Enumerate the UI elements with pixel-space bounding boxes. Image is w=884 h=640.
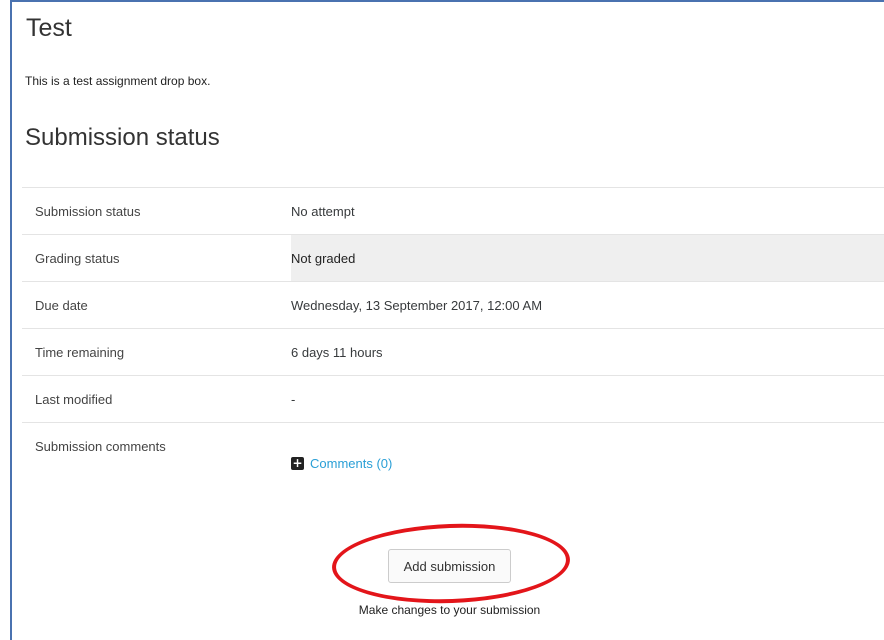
row-label: Time remaining: [22, 328, 291, 376]
add-submission-help-text: Make changes to your submission: [358, 603, 541, 617]
table-row: Grading status Not graded: [22, 234, 884, 282]
due-date-value: Wednesday, 13 September 2017, 12:00 AM: [291, 281, 884, 329]
row-value: No attempt: [291, 187, 884, 235]
comments-cell: + Comments (0): [291, 422, 884, 498]
row-label: Submission comments: [22, 422, 291, 498]
submission-status-table: Submission status No attempt Grading sta…: [22, 187, 884, 498]
plus-square-icon[interactable]: +: [291, 457, 304, 470]
table-row: Last modified -: [22, 375, 884, 423]
row-label: Submission status: [22, 187, 291, 235]
grading-status-value: Not graded: [291, 234, 884, 282]
table-row: Time remaining 6 days 11 hours: [22, 328, 884, 376]
table-row: Submission comments + Comments (0): [22, 422, 884, 498]
row-label: Due date: [22, 281, 291, 329]
last-modified-value: -: [291, 375, 884, 423]
row-label: Last modified: [22, 375, 291, 423]
submission-status-heading: Submission status: [25, 124, 220, 151]
add-submission-button[interactable]: Add submission: [388, 549, 511, 583]
comments-link-label[interactable]: Comments (0): [310, 456, 392, 471]
comments-link[interactable]: + Comments (0): [291, 456, 392, 471]
time-remaining-value: 6 days 11 hours: [291, 328, 884, 376]
table-row: Submission status No attempt: [22, 187, 884, 235]
row-label: Grading status: [22, 234, 291, 282]
table-row: Due date Wednesday, 13 September 2017, 1…: [22, 281, 884, 329]
page-title: Test: [26, 14, 72, 42]
assignment-intro: This is a test assignment drop box.: [25, 74, 211, 88]
